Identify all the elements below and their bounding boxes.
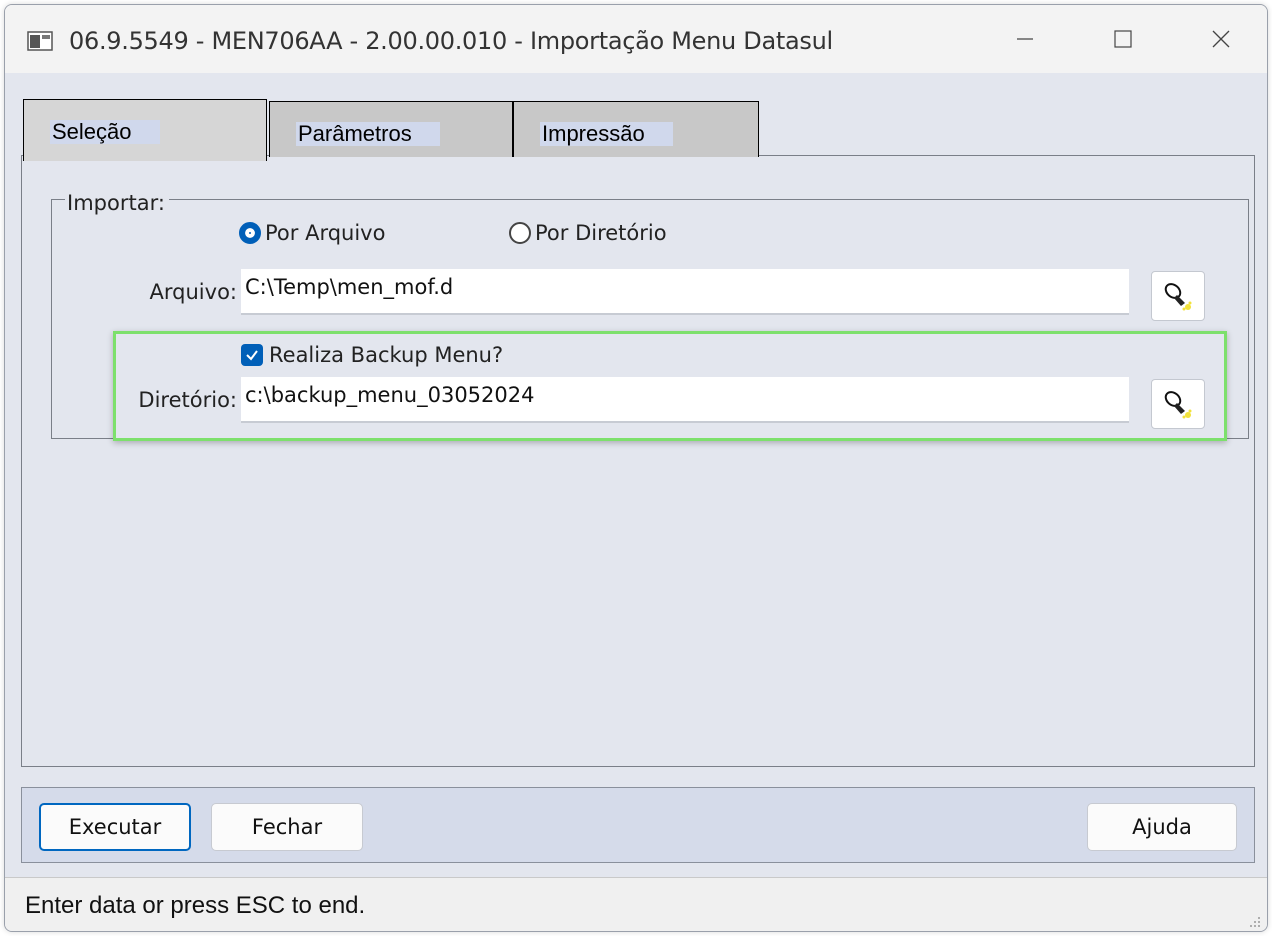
radio-por-arquivo-label: Por Arquivo (265, 221, 386, 245)
maximize-icon (1114, 30, 1132, 48)
close-icon (1212, 30, 1230, 48)
flashlight-icon (1164, 391, 1192, 419)
radio-unselected-icon (509, 222, 531, 244)
arquivo-input[interactable]: C:\Temp\men_mof.d (241, 269, 1129, 315)
flashlight-icon (1164, 283, 1192, 311)
backup-menu-checkbox[interactable]: Realiza Backup Menu? (241, 343, 503, 367)
title-bar: 06.9.5549 - MEN706AA - 2.00.00.010 - Imp… (5, 5, 1267, 73)
maximize-button[interactable] (1101, 19, 1145, 59)
status-bar: Enter data or press ESC to end. (5, 877, 1267, 931)
arquivo-browse-button[interactable] (1151, 271, 1205, 321)
arquivo-label: Arquivo: (149, 280, 237, 304)
radio-por-diretorio[interactable]: Por Diretório (509, 221, 667, 245)
executar-button[interactable]: Executar (39, 803, 191, 851)
action-button-panel (21, 787, 1255, 863)
tab-impressao[interactable]: Impressão (513, 101, 759, 157)
tab-selecao[interactable]: Seleção (23, 99, 267, 161)
importacao-menu-window: 06.9.5549 - MEN706AA - 2.00.00.010 - Imp… (4, 4, 1268, 932)
radio-por-arquivo[interactable]: Por Arquivo (239, 221, 385, 245)
tab-impressao-label: Impressão (540, 122, 673, 146)
tab-selecao-label: Seleção (50, 120, 160, 144)
backup-menu-label: Realiza Backup Menu? (269, 343, 504, 367)
importar-group-label: Importar: (65, 191, 169, 215)
status-message: Enter data or press ESC to end. (25, 892, 366, 919)
close-button[interactable] (1199, 19, 1243, 59)
minimize-button[interactable] (1003, 19, 1047, 59)
resize-grip-icon[interactable] (1247, 914, 1261, 928)
radio-por-diretorio-label: Por Diretório (535, 221, 667, 245)
radio-selected-icon (239, 222, 261, 244)
checkbox-checked-icon (241, 344, 263, 366)
window-title: 06.9.5549 - MEN706AA - 2.00.00.010 - Imp… (69, 27, 833, 55)
ajuda-button[interactable]: Ajuda (1087, 803, 1237, 851)
diretorio-label: Diretório: (138, 388, 237, 412)
diretorio-input[interactable]: c:\backup_menu_03052024 (241, 377, 1129, 423)
diretorio-browse-button[interactable] (1151, 379, 1205, 429)
tab-parametros-label: Parâmetros (296, 122, 440, 146)
minimize-icon (1017, 38, 1033, 40)
fechar-button[interactable]: Fechar (211, 803, 363, 851)
app-window-icon (27, 31, 53, 51)
tab-parametros[interactable]: Parâmetros (269, 101, 513, 157)
